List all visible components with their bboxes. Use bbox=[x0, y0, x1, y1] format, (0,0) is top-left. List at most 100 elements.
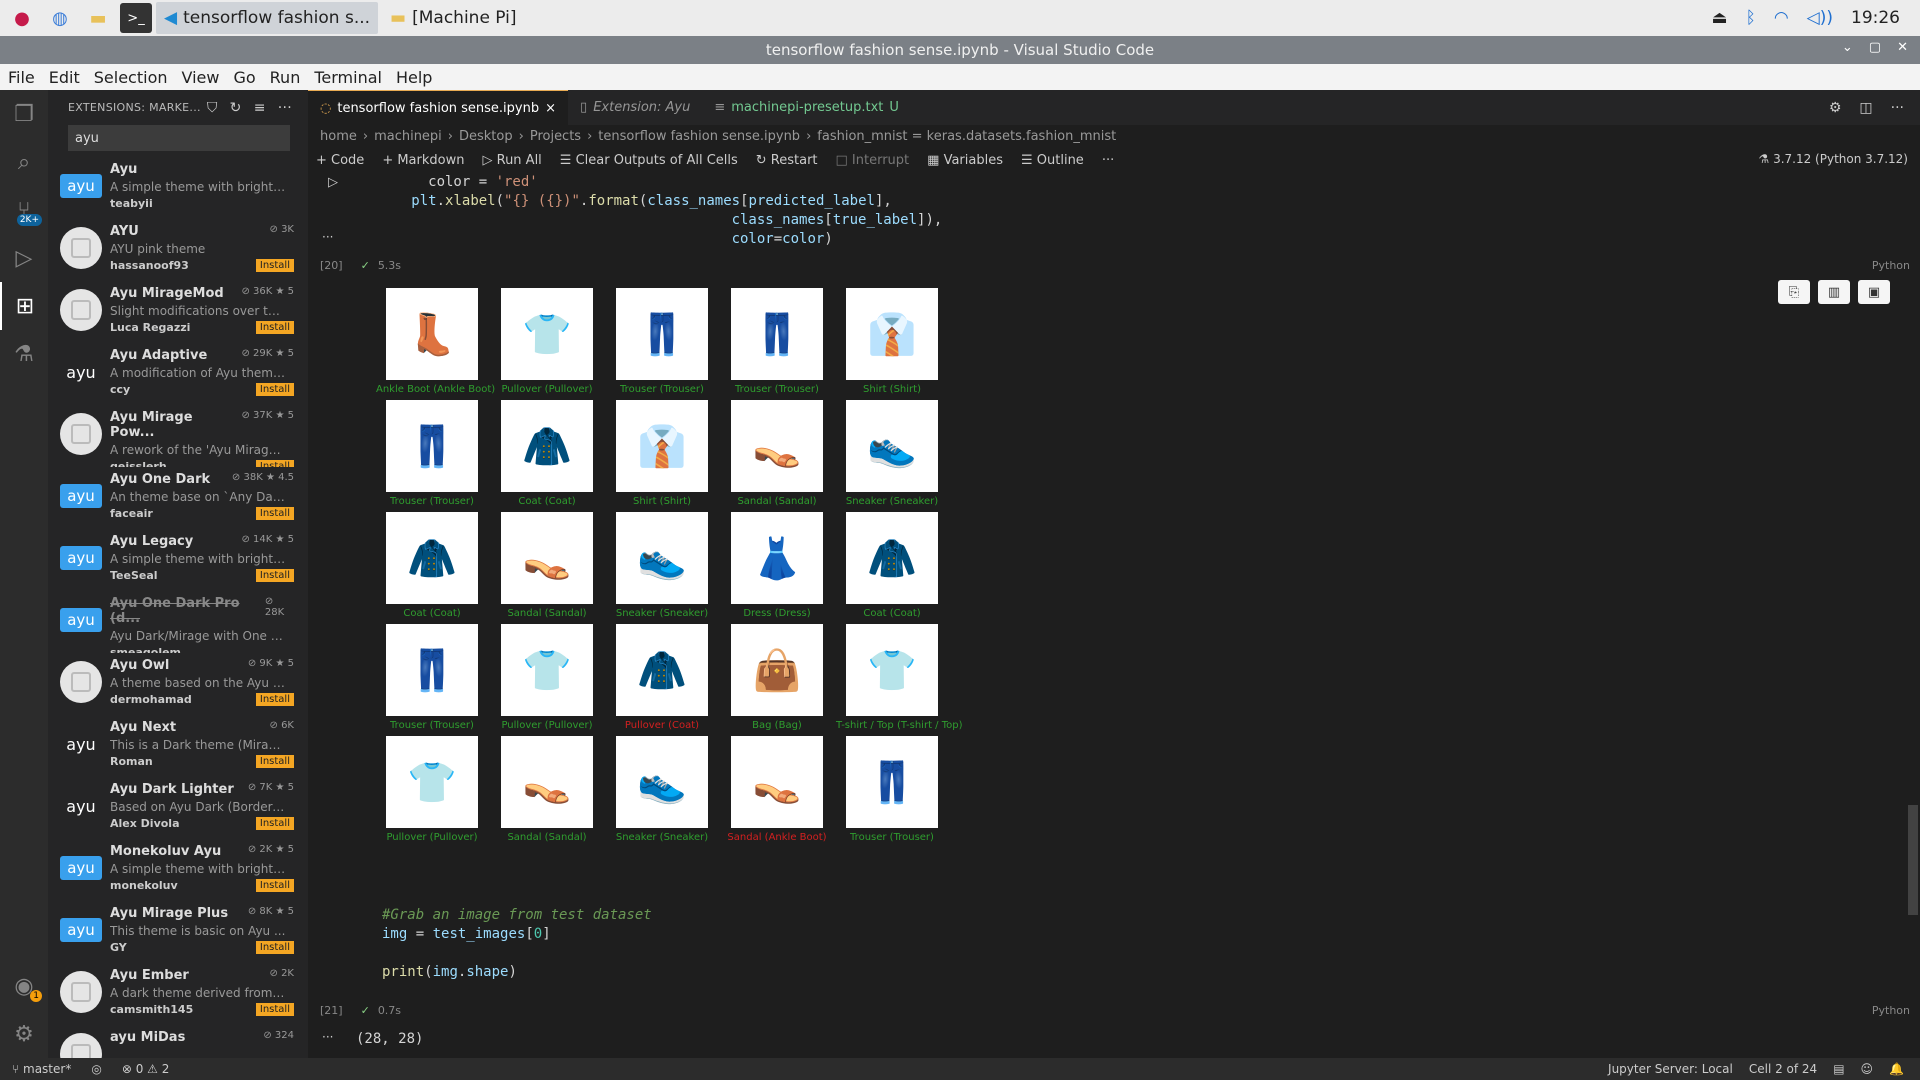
breadcrumb-item[interactable]: fashion_mnist = keras.datasets.fashion_m… bbox=[817, 129, 1116, 144]
cell-language[interactable]: Python bbox=[1872, 259, 1910, 272]
extension-item[interactable]: ayu Ayu Legacy ⊘ 14K ★ 5 A simple theme wit… bbox=[48, 529, 308, 591]
notifications-icon[interactable]: 🔔 bbox=[1889, 1062, 1904, 1076]
maximize-icon[interactable]: ▢ bbox=[1869, 40, 1881, 55]
menu-edit[interactable]: Edit bbox=[43, 68, 86, 87]
install-button[interactable]: Install bbox=[255, 817, 294, 830]
output-more-icon[interactable]: ··· bbox=[322, 1030, 333, 1044]
extension-item[interactable]: ayu Ayu One Dark ⊘ 38K ★ 4.5 An theme base … bbox=[48, 467, 308, 529]
cell-language[interactable]: Python bbox=[1872, 1004, 1910, 1017]
menu-selection[interactable]: Selection bbox=[88, 68, 174, 87]
install-button[interactable]: Install bbox=[255, 383, 294, 396]
install-button[interactable]: Install bbox=[255, 321, 294, 334]
install-button[interactable]: Install bbox=[255, 755, 294, 768]
extension-item[interactable]: ayu Monekoluv Ayu ⊘ 2K ★ 5 A simple theme w… bbox=[48, 839, 308, 901]
menu-file[interactable]: File bbox=[2, 68, 41, 87]
branch-indicator[interactable]: ⑂ master* bbox=[12, 1062, 71, 1076]
variables-button[interactable]: ▦ Variables bbox=[927, 153, 1003, 168]
run-all-button[interactable]: ▷ Run All bbox=[482, 153, 541, 168]
layout-icon[interactable]: ▤ bbox=[1833, 1062, 1844, 1076]
interrupt-button[interactable]: □ Interrupt bbox=[836, 153, 910, 168]
breadcrumb-item[interactable]: home bbox=[320, 129, 357, 144]
editor-more-icon[interactable]: ··· bbox=[1891, 100, 1904, 116]
sync-icon[interactable]: ◎ bbox=[91, 1062, 101, 1076]
explorer-icon[interactable]: ❐ bbox=[0, 90, 48, 138]
install-button[interactable]: Install bbox=[255, 259, 294, 272]
testing-icon[interactable]: ⚗ bbox=[0, 330, 48, 378]
search-icon[interactable]: ⌕ bbox=[0, 138, 48, 186]
menu-help[interactable]: Help bbox=[390, 68, 438, 87]
split-editor-icon[interactable]: ◫ bbox=[1859, 100, 1872, 116]
wifi-icon[interactable]: ◠ bbox=[1774, 8, 1789, 28]
clock[interactable]: 19:26 bbox=[1851, 8, 1900, 28]
add-markdown-button[interactable]: + Markdown bbox=[382, 153, 464, 168]
save-output-icon[interactable]: ▣ bbox=[1858, 280, 1890, 304]
extension-item[interactable]: Ayu Mirage Pow... ⊘ 37K ★ 5 A rework of th… bbox=[48, 405, 308, 467]
install-button[interactable]: Install bbox=[255, 941, 294, 954]
code-cell-21[interactable]: #Grab an image from test dataset img = t… bbox=[348, 906, 1848, 982]
menu-run[interactable]: Run bbox=[264, 68, 307, 87]
extension-item[interactable]: ayu Ayu One Dark Pro (d... ⊘ 28K Ayu Dark/M… bbox=[48, 591, 308, 653]
install-button[interactable]: Install bbox=[255, 507, 294, 520]
add-code-button[interactable]: + Code bbox=[316, 153, 364, 168]
extension-search-input[interactable]: ayu bbox=[68, 125, 290, 151]
editor-scrollbar[interactable] bbox=[1908, 805, 1918, 915]
install-button[interactable]: Install bbox=[255, 693, 294, 706]
raspberry-menu-icon[interactable]: ● bbox=[6, 3, 38, 33]
tab-extension-ayu[interactable]: ▯ Extension: Ayu bbox=[568, 90, 702, 125]
settings-gear-icon[interactable]: ⚙ bbox=[0, 1010, 48, 1058]
browser-icon[interactable]: ◍ bbox=[44, 3, 76, 33]
restart-button[interactable]: ↻ Restart bbox=[756, 153, 818, 168]
code-cell-20[interactable]: ▷ color = 'red' plt.xlabel("{} ({})".for… bbox=[328, 173, 1848, 249]
menu-terminal[interactable]: Terminal bbox=[308, 68, 388, 87]
breadcrumb-item[interactable]: tensorflow fashion sense.ipynb bbox=[598, 129, 800, 144]
toolbar-more-button[interactable]: ··· bbox=[1102, 153, 1114, 168]
breadcrumb-item[interactable]: Desktop bbox=[459, 129, 513, 144]
extension-item[interactable]: ayu MiDas ⊘ 324 bbox=[48, 1025, 308, 1058]
feedback-icon[interactable]: ☺ bbox=[1861, 1062, 1874, 1076]
terminal-icon[interactable]: >_ bbox=[120, 3, 152, 33]
extension-item[interactable]: Ayu MirageMod ⊘ 36K ★ 5 Slight modificatio… bbox=[48, 281, 308, 343]
menu-view[interactable]: View bbox=[176, 68, 226, 87]
source-control-icon[interactable]: ⑂ 2K+ bbox=[0, 186, 48, 234]
extension-item[interactable]: ayu Ayu Dark Lighter ⊘ 7K ★ 5 Based on Ayu … bbox=[48, 777, 308, 839]
taskbar-task-folder[interactable]: ▬ [Machine Pi] bbox=[382, 2, 525, 34]
tab-notebook[interactable]: ◌ tensorflow fashion sense.ipynb × bbox=[308, 90, 569, 125]
more-icon[interactable]: ··· bbox=[278, 100, 292, 116]
kernel-picker[interactable]: ⚗ 3.7.12 (Python 3.7.12) bbox=[1758, 152, 1908, 166]
extension-item[interactable]: Ayu Ember ⊘ 2K A dark theme derived from A… bbox=[48, 963, 308, 1025]
volume-icon[interactable]: ◁)) bbox=[1807, 8, 1833, 28]
extension-item[interactable]: ayu Ayu Adaptive ⊘ 29K ★ 5 A modification o… bbox=[48, 343, 308, 405]
file-manager-icon[interactable]: ▬ bbox=[82, 3, 114, 33]
close-icon[interactable]: ✕ bbox=[1897, 40, 1908, 55]
install-button[interactable]: Install bbox=[255, 460, 294, 467]
refresh-icon[interactable]: ↻ bbox=[230, 100, 242, 116]
clear-icon[interactable]: ≡ bbox=[254, 100, 266, 116]
cell-position[interactable]: Cell 2 of 24 bbox=[1749, 1062, 1817, 1076]
extension-item[interactable]: AYU ⊘ 3K AYU pink theme hassanoof93 Install bbox=[48, 219, 308, 281]
tab-presetup[interactable]: ≡ machinepi-presetup.txt U bbox=[702, 90, 911, 125]
install-button[interactable]: Install bbox=[255, 879, 294, 892]
extension-item[interactable]: ayu Ayu A simple theme with bright c... tea… bbox=[48, 157, 308, 219]
install-button[interactable]: Install bbox=[255, 569, 294, 582]
chart-icon[interactable]: ▥ bbox=[1818, 280, 1850, 304]
copy-output-icon[interactable]: ⎘ bbox=[1778, 280, 1810, 304]
clear-outputs-button[interactable]: ☰ Clear Outputs of All Cells bbox=[560, 153, 738, 168]
taskbar-task-vscode[interactable]: ◀ tensorflow fashion s... bbox=[156, 2, 379, 34]
tab-close-icon[interactable]: × bbox=[545, 101, 556, 116]
outline-button[interactable]: ☰ Outline bbox=[1021, 153, 1084, 168]
extension-item[interactable]: ayu Ayu Next ⊘ 6K This is a Dark theme (Mi… bbox=[48, 715, 308, 777]
breadcrumb-item[interactable]: Projects bbox=[530, 129, 581, 144]
menu-go[interactable]: Go bbox=[227, 68, 261, 87]
notebook-settings-icon[interactable]: ⚙ bbox=[1829, 100, 1842, 116]
eject-icon[interactable]: ⏏ bbox=[1712, 8, 1728, 28]
install-button[interactable]: Install bbox=[255, 1003, 294, 1016]
breadcrumb-item[interactable]: machinepi bbox=[374, 129, 442, 144]
account-icon[interactable]: ◉ 1 bbox=[0, 962, 48, 1010]
jupyter-server-status[interactable]: Jupyter Server: Local bbox=[1608, 1062, 1733, 1076]
extensions-icon[interactable]: ⊞ bbox=[0, 282, 48, 330]
problems-indicator[interactable]: ⊗ 0 ⚠ 2 bbox=[122, 1062, 170, 1076]
output-more-icon[interactable]: ··· bbox=[322, 230, 333, 244]
extension-item[interactable]: ayu Ayu Mirage Plus ⊘ 8K ★ 5 This theme is … bbox=[48, 901, 308, 963]
minimize-icon[interactable]: ⌄ bbox=[1842, 40, 1853, 55]
filter-icon[interactable]: ⛉ bbox=[207, 100, 218, 116]
